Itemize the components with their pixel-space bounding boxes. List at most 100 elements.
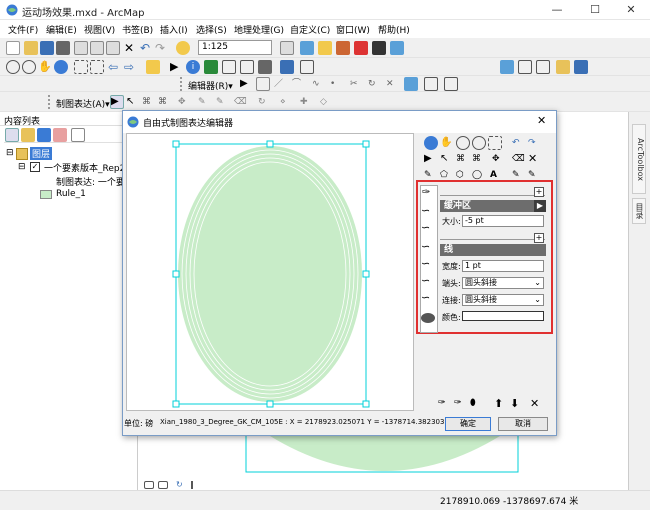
refresh-icon[interactable]: ↻ [176,481,186,489]
pause-icon[interactable]: ‖ [190,481,200,489]
dialog-lasso-icon[interactable]: ⌘ [456,152,470,166]
editor-toolbar-icon[interactable] [280,41,294,55]
maximize-button[interactable]: ☐ [578,0,612,20]
georef-icon[interactable] [574,60,588,74]
go-to-xy-icon[interactable] [258,60,272,74]
cap-select[interactable]: 圆头斜接 ⌄ [462,277,544,289]
arctoolbox-icon[interactable] [354,41,368,55]
find-icon[interactable] [240,60,254,74]
menu-windows[interactable]: 窗口(W) [336,23,370,36]
dialog-zoom-out-icon[interactable] [472,136,486,150]
zoom-to-fit-icon[interactable] [488,136,502,150]
effect-wave-icon[interactable]: ∽ [421,258,430,270]
table-of-contents-icon[interactable] [300,41,314,55]
straight-segment-icon[interactable]: ／ [274,77,288,91]
new-document-icon[interactable] [6,41,20,55]
select-representation-icon[interactable]: ▶ [110,95,124,109]
dialog-erase-icon[interactable]: ⌫ [512,152,526,166]
cut-icon[interactable] [74,41,88,55]
rotate-representation-icon[interactable]: ↻ [258,95,272,109]
catalog-tab[interactable]: 目录 [632,198,646,224]
fixed-zoom-in-icon[interactable] [74,60,88,74]
size-input[interactable]: -5 pt [462,215,544,227]
add-layer-icon[interactable]: ✑ [438,396,452,410]
python-icon[interactable] [372,41,386,55]
dialog-select-icon[interactable]: ▶ [424,152,438,166]
sketch-properties-icon[interactable] [404,77,418,91]
move-up-button[interactable]: ⬆ [494,397,503,410]
pan-hand-icon[interactable]: ✋ [440,136,454,150]
forward-extent-icon[interactable]: ⇨ [124,60,138,74]
effect-wave-icon[interactable]: ∽ [421,275,430,287]
copy-icon[interactable] [90,41,104,55]
layers-label[interactable]: 图层 [30,147,53,160]
effect-wave-icon[interactable]: ∽ [421,222,430,234]
menu-help[interactable]: 帮助(H) [378,23,410,36]
paste-icon[interactable] [106,41,120,55]
save-icon[interactable] [40,41,54,55]
data-view-icon[interactable] [144,481,154,489]
list-by-drawing-order-icon[interactable] [5,128,19,142]
dialog-close-button[interactable]: ✕ [537,114,546,127]
open-folder-icon[interactable] [24,41,38,55]
full-extent-icon[interactable] [54,60,68,74]
menu-insert[interactable]: 插入(I) [160,23,188,36]
snapping-icon[interactable] [444,77,458,91]
back-extent-icon[interactable]: ⇦ [108,60,122,74]
catalog-icon[interactable] [318,41,332,55]
effect-wave-icon[interactable]: ∽ [421,292,430,304]
representation-menu[interactable]: 制图表达(A)▾ [56,97,110,110]
vertex-icon[interactable]: ⋄ [280,95,294,109]
add-data-icon[interactable] [176,41,190,55]
zoom-out-icon[interactable] [22,60,36,74]
join-select[interactable]: 圆头斜接 ⌄ [462,294,544,306]
effect-item-icon[interactable]: ✑ [422,187,430,198]
search-icon[interactable] [336,41,350,55]
toc-options-icon[interactable] [71,128,85,142]
identify-icon[interactable]: i [186,60,200,74]
delete-vertex-icon[interactable]: ◇ [320,95,334,109]
remove-button[interactable]: ✕ [530,397,539,410]
viewer-window-icon[interactable] [300,60,314,74]
delete-icon[interactable]: ✕ [122,41,136,55]
color-swatch[interactable] [462,311,544,321]
expand-layer-icon[interactable]: ⊟ [18,162,26,172]
dialog-delete-icon[interactable]: ✕ [528,152,542,166]
time-slider-icon[interactable] [280,60,294,74]
layer-visibility-checkbox[interactable]: ✓ [30,162,40,172]
create-features-icon[interactable] [424,77,438,91]
direct-select-icon[interactable]: ↖ [126,95,140,109]
trace-icon[interactable]: ∿ [312,77,326,91]
dialog-direct-select-icon[interactable]: ↖ [440,152,454,166]
select-elements-icon[interactable]: ▶ [170,60,184,74]
effect-wave-icon[interactable]: ∽ [421,205,430,217]
pan-icon[interactable]: ✋ [38,60,52,74]
html-popup-icon[interactable] [204,60,218,74]
split-icon[interactable]: ✂ [350,77,364,91]
draw-icon[interactable] [500,60,514,74]
menu-customize[interactable]: 自定义(C) [290,23,330,36]
eraser-icon[interactable]: ⌫ [234,95,248,109]
menu-view[interactable]: 视图(V) [84,23,115,36]
effect-wave-icon[interactable]: ∽ [421,241,430,253]
ok-button[interactable]: 确定 [445,417,491,431]
expand-arrow-icon[interactable]: ▶ [534,200,546,212]
undo-icon[interactable]: ↶ [140,41,154,55]
text-icon[interactable] [536,60,550,74]
dialog-undo-icon[interactable]: ↶ [512,136,526,150]
move-icon[interactable]: ✥ [178,95,192,109]
list-by-selection-icon[interactable] [53,128,67,142]
editor-menu[interactable]: 编辑器(R)▾ [188,79,233,92]
menu-file[interactable]: 文件(F) [8,23,38,36]
menu-selection[interactable]: 选择(S) [196,23,227,36]
attributes-icon[interactable]: ✕ [386,77,400,91]
add-vertex-icon[interactable]: ✚ [300,95,314,109]
add-effect-button[interactable]: + [534,187,544,197]
layer-name[interactable]: 一个要素版本_Rep2 [44,161,125,174]
measure-icon[interactable] [222,60,236,74]
expand-layers-icon[interactable]: ⊟ [6,148,14,158]
layout-view-icon[interactable] [158,481,168,489]
rotate-icon[interactable]: ↻ [368,77,382,91]
add-effect-button[interactable]: + [534,233,544,243]
edit-annotation-icon[interactable] [256,77,270,91]
